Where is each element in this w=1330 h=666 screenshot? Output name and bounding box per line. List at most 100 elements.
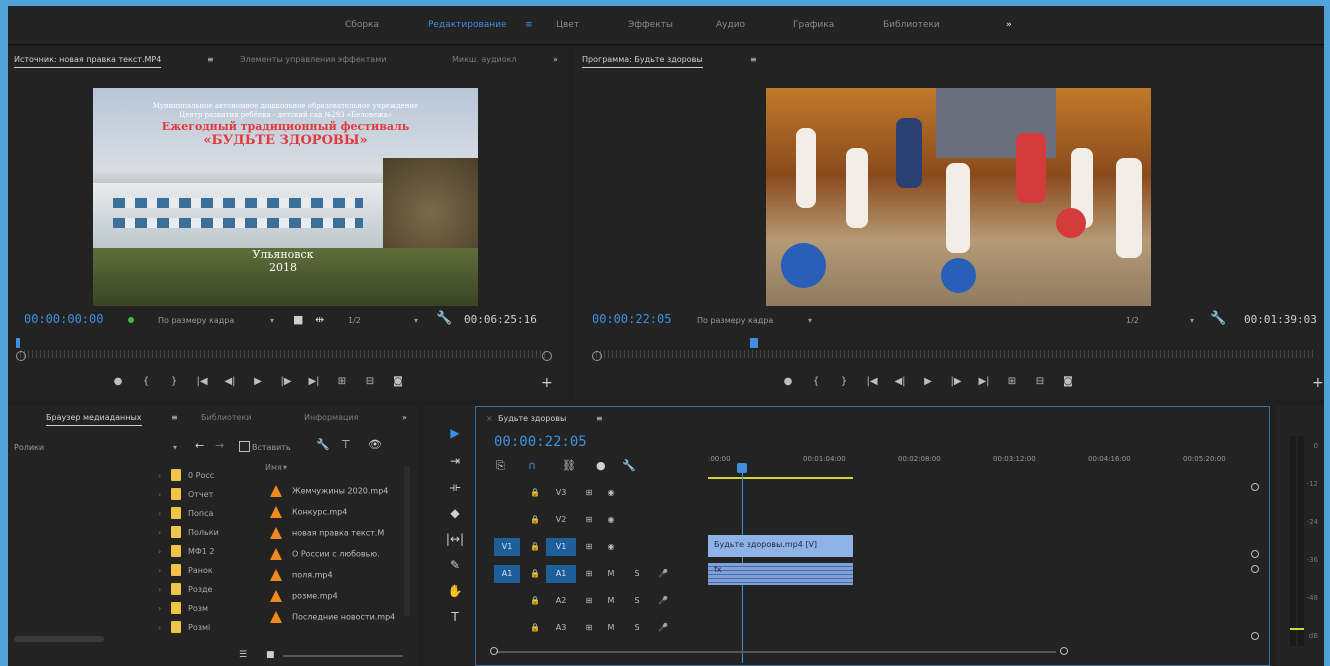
source-resolution-chevron-icon[interactable]: ▾ — [414, 316, 418, 325]
program-go-to-out-icon[interactable]: ▶| — [970, 376, 998, 387]
bin-expand-icon[interactable]: › — [158, 547, 161, 556]
program-mark-in-icon[interactable]: { — [802, 376, 830, 387]
lock-icon[interactable]: 🔒 — [528, 511, 542, 529]
eye-icon[interactable]: ◉ — [604, 538, 618, 556]
source-zoom-handle-right[interactable] — [542, 351, 552, 361]
browser-menu-icon[interactable]: ≡ — [171, 413, 178, 422]
type-tool-icon[interactable]: T — [445, 610, 465, 624]
workspace-menu-icon[interactable]: ≡ — [525, 20, 533, 30]
work-area-bar[interactable] — [708, 477, 853, 479]
program-resolution-chevron-icon[interactable]: ▾ — [1190, 316, 1194, 325]
sequence-menu-icon[interactable]: ≡ — [596, 414, 603, 423]
insert-checkbox[interactable] — [239, 441, 250, 452]
program-play-icon[interactable]: ▶ — [914, 376, 942, 387]
timeline-timecode[interactable]: 00:00:22:05 — [494, 434, 587, 450]
program-fit-chevron-icon[interactable]: ▾ — [808, 316, 812, 325]
bin-item[interactable]: МФ1 2 — [188, 547, 215, 556]
workspace-audio[interactable]: Аудио — [716, 20, 745, 30]
lock-icon[interactable]: 🔒 — [528, 484, 542, 502]
more-workspaces-icon[interactable]: » — [1006, 20, 1012, 30]
mark-in-icon[interactable]: { — [132, 376, 160, 387]
go-to-out-icon[interactable]: ▶| — [300, 376, 328, 387]
mute-icon[interactable]: M — [604, 619, 618, 637]
pen-icon[interactable]: ✎ — [445, 558, 465, 572]
source-zoom-handle-left[interactable] — [16, 351, 26, 361]
bin-item[interactable]: Розде — [188, 585, 212, 594]
mute-icon[interactable]: M — [604, 565, 618, 583]
workspace-effects[interactable]: Эффекты — [628, 20, 673, 30]
selection-tool-icon[interactable]: ▶ — [445, 426, 465, 440]
track-select-icon[interactable]: ⇥ — [445, 454, 465, 468]
program-menu-icon[interactable]: ≡ — [750, 55, 757, 64]
razor-icon[interactable]: ◆ — [445, 506, 465, 520]
overwrite-icon[interactable]: ⊟ — [356, 376, 384, 387]
source-playhead[interactable] — [16, 338, 20, 348]
bin-expand-icon[interactable]: › — [158, 604, 161, 613]
sync-icon[interactable]: ⊞ — [582, 538, 596, 556]
source-resolution[interactable]: 1/2 — [348, 316, 361, 325]
lock-icon[interactable]: 🔒 — [528, 619, 542, 637]
tab-audio-mixer[interactable]: Микш. аудиокл — [452, 55, 517, 64]
list-view-icon[interactable]: ☰ — [239, 650, 247, 660]
bin-expand-icon[interactable]: › — [158, 623, 161, 632]
sync-icon[interactable]: ⊞ — [582, 619, 596, 637]
mic-icon[interactable]: 🎤 — [656, 565, 670, 583]
program-scrub-ruler[interactable] — [596, 350, 1316, 358]
lift-icon[interactable]: ⊞ — [998, 376, 1026, 387]
program-add-button-icon[interactable]: + — [1312, 375, 1324, 391]
file-row[interactable]: поля.mp4 — [270, 569, 333, 581]
timeline-hscrollbar[interactable] — [496, 651, 1056, 653]
vscroll-handle-mid[interactable] — [1251, 550, 1259, 558]
add-marker-timeline-icon[interactable]: ● — [596, 459, 606, 472]
mic-icon[interactable]: 🎤 — [656, 592, 670, 610]
tab-effect-controls[interactable]: Элементы управления эффектами — [240, 55, 386, 64]
solo-icon[interactable]: S — [630, 592, 644, 610]
hand-icon[interactable]: ✋ — [445, 584, 465, 598]
lock-icon[interactable]: 🔒 — [528, 592, 542, 610]
browser-more-icon[interactable]: » — [402, 413, 407, 422]
sync-icon[interactable]: ⊞ — [582, 511, 596, 529]
bin-item[interactable]: Попса — [188, 509, 213, 518]
insert-icon[interactable]: ⊞ — [328, 376, 356, 387]
program-step-back-icon[interactable]: ◀| — [886, 376, 914, 387]
source-scrub-ruler[interactable] — [20, 350, 548, 358]
bin-item[interactable]: Розмі — [188, 623, 210, 632]
ripple-edit-icon[interactable]: ⟛ — [445, 480, 465, 495]
file-row[interactable]: О России с любовью. — [270, 548, 380, 560]
track-label[interactable]: A2 — [546, 592, 576, 610]
tab-info[interactable]: Информация — [304, 413, 358, 422]
more-tabs-icon[interactable]: » — [553, 55, 558, 64]
timeline-wrench-icon[interactable]: 🔧 — [622, 459, 636, 472]
eye-icon[interactable]: ◉ — [604, 484, 618, 502]
program-mark-out-icon[interactable]: } — [830, 376, 858, 387]
bin-expand-icon[interactable]: › — [158, 490, 161, 499]
settings-square-icon[interactable]: ■ — [293, 313, 303, 326]
track-label[interactable]: A3 — [546, 619, 576, 637]
tab-libraries[interactable]: Библиотеки — [201, 413, 251, 422]
workspace-editing[interactable]: Редактирование — [428, 20, 507, 30]
source-patch-a1[interactable]: A1 — [494, 565, 520, 583]
linked-selection-icon[interactable]: ⛓ — [562, 459, 576, 472]
bin-item[interactable]: Розм — [188, 604, 208, 613]
workspace-assembly[interactable]: Сборка — [345, 20, 379, 30]
bin-item[interactable]: Отчет — [188, 490, 213, 499]
view-icon[interactable]: 👁 — [368, 438, 382, 451]
vscroll-handle-top[interactable] — [1251, 483, 1259, 491]
location-chevron-icon[interactable]: ▾ — [173, 443, 177, 452]
nest-icon[interactable]: ⎘ — [496, 459, 505, 473]
sort-chevron-icon[interactable]: ▾ — [283, 463, 287, 472]
program-timecode[interactable]: 00:00:22:05 — [592, 312, 671, 326]
safe-margins-icon[interactable]: ⇹ — [315, 313, 324, 326]
location-label[interactable]: Ролики — [14, 443, 44, 452]
program-wrench-icon[interactable]: 🔧 — [1210, 311, 1226, 326]
workspace-color[interactable]: Цвет — [556, 20, 579, 30]
icon-view-icon[interactable]: ■ — [266, 650, 275, 660]
bin-item[interactable]: 0 Росс — [188, 471, 214, 480]
source-fit-dropdown[interactable]: По размеру кадра — [158, 316, 234, 325]
sync-icon[interactable]: ⊞ — [582, 565, 596, 583]
panel-menu-icon[interactable]: ≡ — [207, 55, 214, 64]
hscroll-handle-left[interactable] — [490, 647, 498, 655]
bin-expand-icon[interactable]: › — [158, 585, 161, 594]
bin-expand-icon[interactable]: › — [158, 566, 161, 575]
vscroll-handle-mid-2[interactable] — [1251, 565, 1259, 573]
